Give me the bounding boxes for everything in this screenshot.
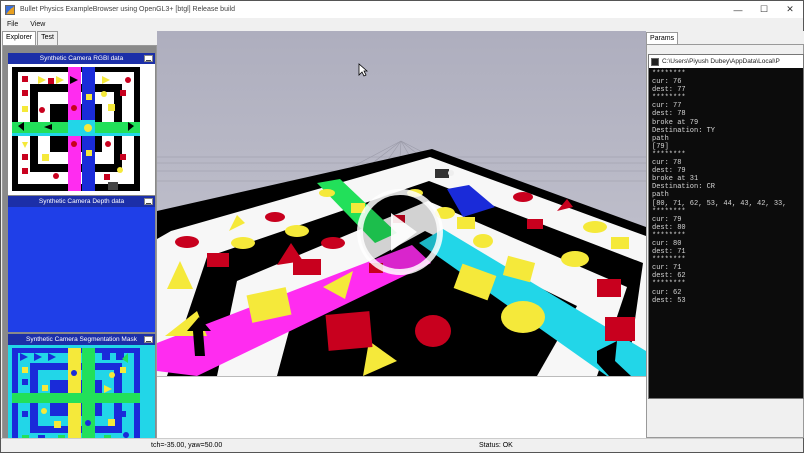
console-line: broke at 31 <box>652 175 699 184</box>
title-bar: Bullet Physics ExampleBrowser using Open… <box>1 1 803 18</box>
console-line: cur: 80 <box>652 239 682 248</box>
console-output: ******** cur: 76 dest: 77 ******** cur: 77 de… <box>649 68 803 398</box>
app-window: Bullet Physics ExampleBrowser using Open… <box>0 0 804 453</box>
console-line: [79] <box>652 142 669 151</box>
console-line: dest: 53 <box>652 296 686 305</box>
minimize-button[interactable]: — <box>725 1 751 18</box>
menu-view[interactable]: View <box>24 21 51 28</box>
depth-camera-panel: Synthetic Camera Depth data <box>8 196 155 332</box>
console-line: ******** <box>652 280 686 289</box>
segmentation-camera-title-bar[interactable]: Synthetic Camera Segmentation Mask <box>8 334 155 345</box>
tab-params[interactable]: Params <box>646 32 679 44</box>
segmentation-camera-panel: Synthetic Camera Segmentation Mask <box>8 334 155 452</box>
console-line: path <box>652 191 669 200</box>
console-line: ******** <box>652 207 686 216</box>
console-line: path <box>652 134 669 143</box>
depth-camera-title-bar[interactable]: Synthetic Camera Depth data <box>8 196 155 207</box>
maximize-button[interactable]: ☐ <box>751 1 777 18</box>
tab-test[interactable]: Test <box>37 31 58 45</box>
minimize-icon[interactable] <box>144 198 153 205</box>
depth-camera-image <box>8 207 155 332</box>
console-line: ******** <box>652 256 686 265</box>
menu-file[interactable]: File <box>1 21 24 28</box>
tab-explorer[interactable]: Explorer <box>2 31 37 45</box>
rgb-camera-title: Synthetic Camera RGBl data <box>39 55 124 62</box>
console-title-bar[interactable]: C:\Users\Piyush Dubey\AppData\Local\P <box>649 55 803 68</box>
window-title: Bullet Physics ExampleBrowser using Open… <box>20 6 235 13</box>
console-line: dest: 78 <box>652 110 686 119</box>
params-panel: Params C:\Users\Piyush Dubey\AppData\Loc… <box>646 31 804 438</box>
status-bar: tch=-35.00, yaw=50.00 Status: OK <box>1 438 803 452</box>
console-line: dest: 79 <box>652 167 686 176</box>
console-line: broke at 79 <box>652 118 699 127</box>
mouse-cursor-icon <box>358 63 368 77</box>
console-line: cur: 79 <box>652 215 682 224</box>
camera-readout: tch=-35.00, yaw=50.00 <box>151 442 223 449</box>
window-controls: — ☐ ✕ <box>725 1 803 18</box>
play-icon[interactable] <box>355 187 445 277</box>
rgb-camera-image <box>8 64 155 195</box>
segmentation-camera-image <box>8 345 155 452</box>
console-line: dest: 77 <box>652 86 686 95</box>
console-line: cur: 71 <box>652 264 682 273</box>
console-line: ******** <box>652 94 686 103</box>
close-button[interactable]: ✕ <box>777 1 803 18</box>
console-line: dest: 62 <box>652 272 686 281</box>
depth-camera-title: Synthetic Camera Depth data <box>38 198 125 205</box>
minimize-icon[interactable] <box>144 55 153 62</box>
console-line: cur: 78 <box>652 159 682 168</box>
console-line: [80, 71, 62, 53, 44, 43, 42, 33, <box>652 199 787 208</box>
explorer-panel: Explorer Test Synthetic Camera RGBl data <box>2 31 157 452</box>
status-text: Status: OK <box>479 442 513 449</box>
rgb-camera-panel: Synthetic Camera RGBl data <box>8 53 155 195</box>
menu-bar: File View <box>1 18 803 31</box>
console-title: C:\Users\Piyush Dubey\AppData\Local\P <box>662 58 780 65</box>
console-line: Destination: TY <box>652 126 716 135</box>
app-icon <box>5 4 15 15</box>
rgb-camera-title-bar[interactable]: Synthetic Camera RGBl data <box>8 53 155 64</box>
console-line: ******** <box>652 70 686 78</box>
segmentation-camera-title: Synthetic Camera Segmentation Mask <box>26 336 137 343</box>
bottom-panel <box>157 376 646 438</box>
console-line: Destination: CR <box>652 183 716 192</box>
explorer-body: Synthetic Camera RGBl data Synthetic Cam… <box>2 45 157 452</box>
minimize-icon[interactable] <box>144 336 153 343</box>
console-line: cur: 62 <box>652 288 682 297</box>
console-line: cur: 77 <box>652 102 682 111</box>
console-line: ******** <box>652 231 686 240</box>
console-line: dest: 71 <box>652 248 686 257</box>
left-tabs: Explorer Test <box>2 31 59 45</box>
console-window: C:\Users\Piyush Dubey\AppData\Local\P **… <box>648 54 804 399</box>
console-line: dest: 80 <box>652 223 686 232</box>
console-line: ******** <box>652 150 686 159</box>
console-line: cur: 76 <box>652 78 682 87</box>
console-icon <box>651 57 659 66</box>
